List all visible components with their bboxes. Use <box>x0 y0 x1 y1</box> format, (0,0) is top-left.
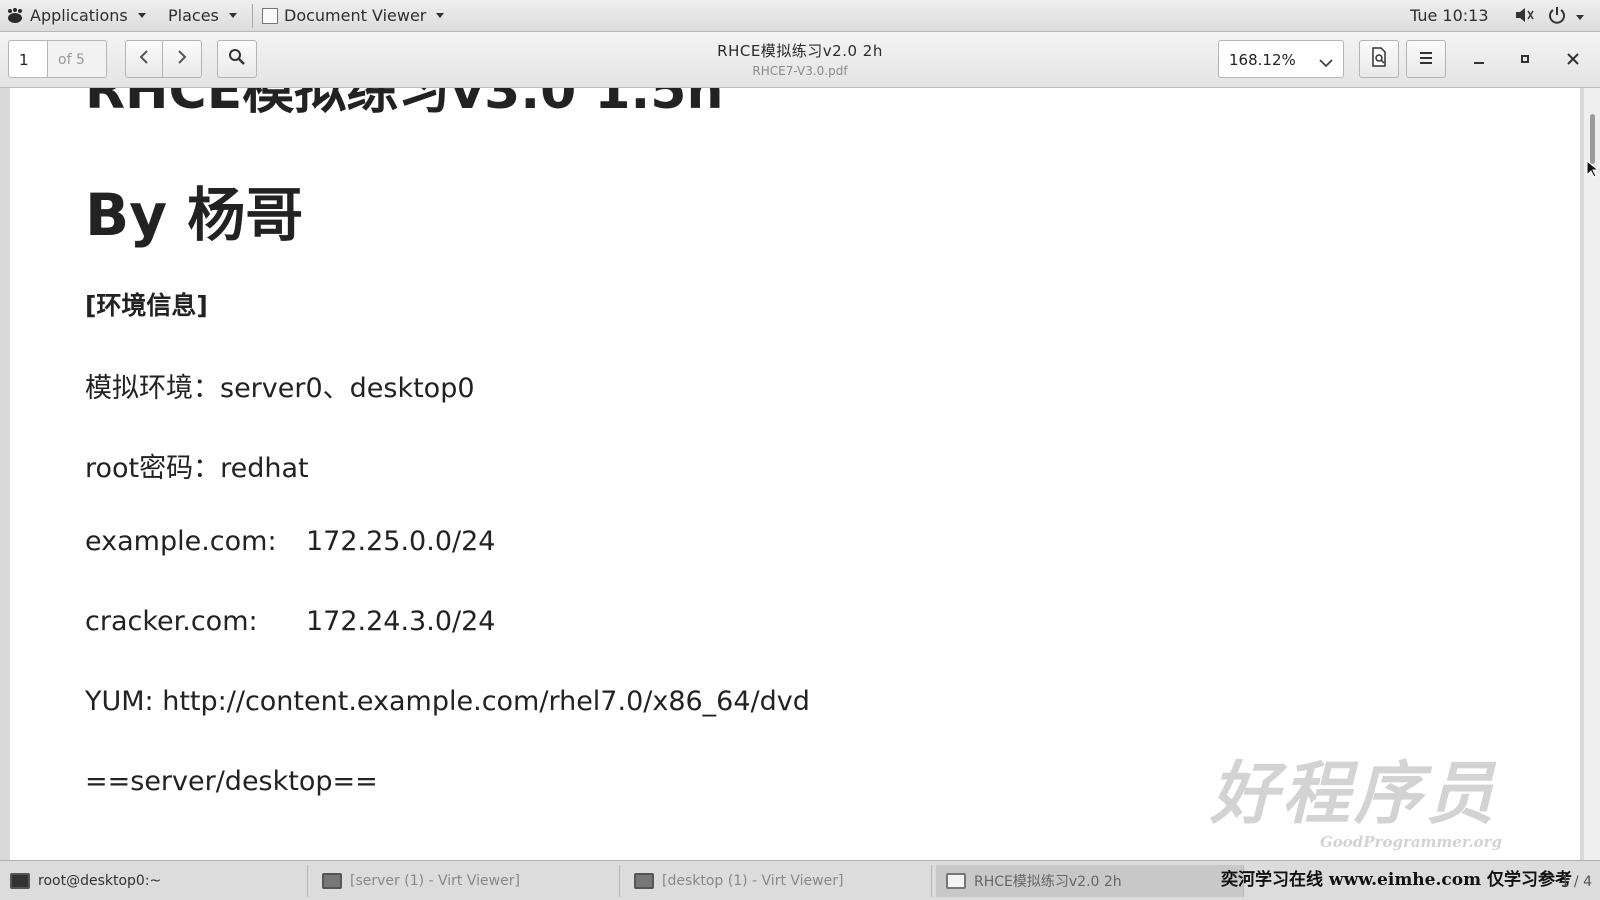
taskbar-item-document-viewer[interactable]: RHCE模拟练习v2.0 2h <box>936 865 1244 897</box>
zoom-value: 168.12% <box>1229 51 1296 69</box>
places-menu[interactable]: Places <box>168 6 237 25</box>
zoom-select[interactable]: 168.12% <box>1218 40 1344 78</box>
window-title: RHCE模拟练习v2.0 2h RHCE7-V3.0.pdf <box>600 40 1000 78</box>
search-icon <box>228 48 246 70</box>
doc-line-environment: 模拟环境：server0、desktop0 <box>85 373 475 404</box>
doc-line-cracker-label: cracker.com: <box>85 606 258 637</box>
maximize-icon <box>1521 55 1529 63</box>
minimize-button[interactable] <box>1466 46 1492 72</box>
active-app-menu[interactable]: Document Viewer <box>262 6 445 25</box>
applications-menu[interactable]: Applications <box>6 6 146 25</box>
clock[interactable]: Tue 10:13 <box>1410 6 1489 25</box>
doc-line-root-password: root密码：redhat <box>85 453 309 484</box>
power-icon <box>1548 6 1566 28</box>
chevron-down-icon <box>1576 14 1584 20</box>
watermark-logo: 好程序员 GoodProgrammer.org <box>1210 738 1530 851</box>
chevron-down-icon <box>228 13 237 18</box>
minimize-icon <box>1474 62 1484 64</box>
panel-divider <box>252 4 253 28</box>
page-number-input[interactable]: 1 <box>8 40 48 78</box>
taskbar-item-terminal[interactable]: root@desktop0:~ <box>0 865 308 897</box>
mouse-cursor-icon <box>1586 159 1600 182</box>
hamburger-icon <box>1418 50 1434 69</box>
active-app-label: Document Viewer <box>284 6 427 25</box>
volume-icon[interactable] <box>1514 6 1534 24</box>
document-area: RHCE模拟练习v3.0 1.5h By 杨哥 [环境信息] 模拟环境：serv… <box>0 88 1600 860</box>
previous-page-button[interactable] <box>125 40 163 78</box>
taskbar: root@desktop0:~ [server (1) - Virt Viewe… <box>0 860 1600 900</box>
taskbar-item-label: [server (1) - Virt Viewer] <box>350 873 520 889</box>
section-heading: [环境信息] <box>85 291 208 320</box>
chevron-down-icon <box>137 13 146 18</box>
vertical-scrollbar[interactable] <box>1584 88 1600 860</box>
header-bar: 1 of 5 RHCE模拟练习v2.0 2h RHCE7-V3.0.pdf 16… <box>0 32 1600 88</box>
close-button[interactable] <box>1560 46 1586 72</box>
taskbar-item-desktop-viewer[interactable]: [desktop (1) - Virt Viewer] <box>624 865 932 897</box>
menu-button[interactable] <box>1406 40 1446 78</box>
search-button[interactable] <box>217 40 257 78</box>
gnome-foot-icon <box>6 7 24 24</box>
document-properties-button[interactable] <box>1359 40 1399 78</box>
taskbar-item-server-viewer[interactable]: [server (1) - Virt Viewer] <box>312 865 620 897</box>
workspace-indicator[interactable]: 1 / 4 <box>1561 874 1592 890</box>
chevron-down-icon <box>1319 53 1333 72</box>
chevron-right-icon <box>176 49 188 69</box>
maximize-button[interactable] <box>1512 46 1538 72</box>
terminal-icon <box>10 873 30 889</box>
monitor-icon <box>634 873 654 889</box>
site-watermark-text: 奕河学习在线 www.eimhe.com 仅学习参考 <box>1221 870 1572 890</box>
document-viewer-icon <box>946 873 966 889</box>
doc-line-cracker-value: 172.24.3.0/24 <box>306 606 496 637</box>
power-menu[interactable] <box>1548 6 1584 28</box>
top-panel: Applications Places Document Viewer Tue … <box>0 0 1600 32</box>
taskbar-item-label: root@desktop0:~ <box>38 873 162 889</box>
author-heading: By 杨哥 <box>85 181 304 249</box>
doc-line-example-value: 172.25.0.0/24 <box>306 526 496 557</box>
applications-label: Applications <box>30 6 128 25</box>
doc-line-example-label: example.com: <box>85 526 277 557</box>
doc-line-server-desktop: ==server/desktop== <box>85 766 378 797</box>
document-page: RHCE模拟练习v3.0 1.5h By 杨哥 [环境信息] 模拟环境：serv… <box>10 88 1580 860</box>
places-label: Places <box>168 6 219 25</box>
document-title: RHCE模拟练习v2.0 2h <box>717 42 883 60</box>
page-of-label: of 5 <box>58 52 85 68</box>
close-icon <box>1567 50 1579 69</box>
page-count: of 5 <box>47 40 107 78</box>
document-partial-heading: RHCE模拟练习v3.0 1.5h <box>85 88 724 121</box>
document-filename: RHCE7-V3.0.pdf <box>752 64 848 78</box>
monitor-icon <box>322 873 342 889</box>
chevron-left-icon <box>138 49 150 69</box>
chevron-down-icon <box>436 13 445 18</box>
page-number-value: 1 <box>19 51 29 69</box>
clock-label: Tue 10:13 <box>1410 6 1489 25</box>
document-viewer-icon <box>262 7 278 24</box>
doc-line-yum: YUM: http://content.example.com/rhel7.0/… <box>85 686 810 717</box>
scrollbar-thumb[interactable] <box>1590 114 1595 164</box>
document-view-icon <box>1370 47 1388 71</box>
taskbar-item-label: [desktop (1) - Virt Viewer] <box>662 873 844 889</box>
next-page-button[interactable] <box>162 40 202 78</box>
watermark-logo-text: 好程序员 <box>1210 754 1499 834</box>
taskbar-item-label: RHCE模拟练习v2.0 2h <box>974 874 1122 890</box>
